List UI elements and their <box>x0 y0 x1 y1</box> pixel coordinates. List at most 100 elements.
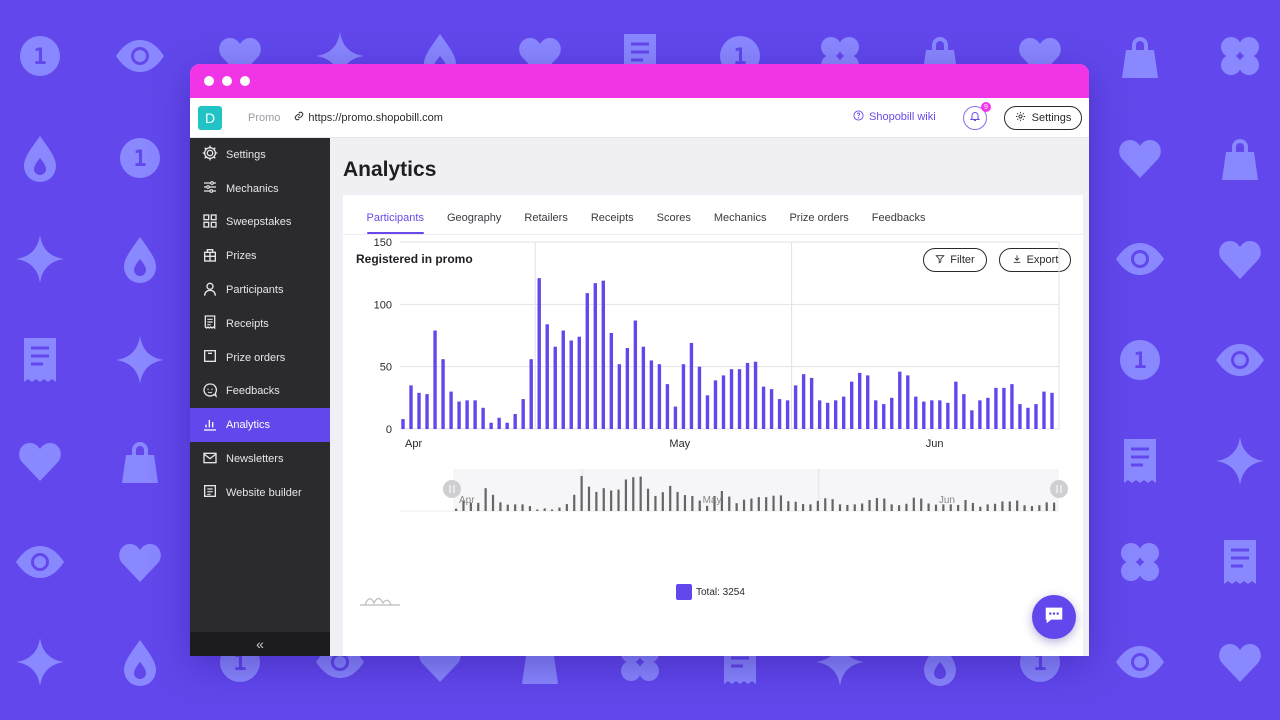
bar <box>433 330 437 429</box>
settings-button[interactable]: Settings <box>1004 106 1082 130</box>
sidebar-item-prizes[interactable]: Prizes <box>190 239 330 273</box>
navigator-bar <box>698 500 701 511</box>
bg-heart-icon <box>114 536 166 588</box>
bar <box>665 384 670 429</box>
link-icon <box>294 111 304 124</box>
navigator-handle-right[interactable] <box>1050 480 1068 498</box>
navigator-bar <box>979 506 982 511</box>
navigator-bar <box>787 501 790 511</box>
bar <box>922 401 926 429</box>
bg-eye-icon <box>114 30 166 82</box>
svg-text:1: 1 <box>1133 349 1146 374</box>
sidebar-item-feedbacks[interactable]: Feedbacks <box>190 375 330 409</box>
navigator-bar <box>757 497 760 511</box>
bar <box>745 362 750 429</box>
bg-receipt-icon <box>1214 536 1266 588</box>
navigator-bar <box>728 496 731 511</box>
navigator-bar <box>846 504 849 511</box>
bg-eye-icon <box>1114 233 1166 285</box>
sidebar-item-label: Feedbacks <box>226 385 280 398</box>
navigator-bar <box>455 508 458 511</box>
bg-eye-icon <box>14 536 66 588</box>
navigator-bar <box>491 494 495 511</box>
app-logo[interactable]: D <box>198 105 222 130</box>
navigator-bar <box>957 504 960 511</box>
window-dot-close[interactable] <box>204 76 214 86</box>
bar <box>497 417 501 429</box>
window-dot-minimize[interactable] <box>222 76 232 86</box>
bar <box>489 422 493 429</box>
navigator-bar <box>971 502 974 511</box>
window-dot-maximize[interactable] <box>240 76 250 86</box>
collapse-sidebar-button[interactable]: « <box>190 632 330 656</box>
navigator-bar <box>477 502 480 511</box>
bell-icon <box>969 109 981 127</box>
promo-url[interactable]: https://promo.shopobill.com <box>294 111 443 124</box>
y-tick-label: 150 <box>374 237 392 249</box>
bg-drop-icon <box>14 132 66 184</box>
navigator-bar <box>528 506 532 511</box>
navigator-bar <box>558 507 561 511</box>
bar <box>737 369 742 429</box>
wiki-link[interactable]: Shopobill wiki <box>853 110 936 124</box>
bar <box>697 366 702 429</box>
bar <box>617 364 622 429</box>
navigator-bar <box>875 497 879 511</box>
bar <box>577 336 581 429</box>
navigator-bar <box>934 504 938 511</box>
sidebar-item-website-builder[interactable]: Website builder <box>190 476 330 510</box>
navigator-bar <box>890 504 893 511</box>
chart-type-icon <box>360 597 400 606</box>
sidebar-item-mechanics[interactable]: Mechanics <box>190 172 330 206</box>
svg-text:1: 1 <box>33 45 46 70</box>
sidebar-item-receipts[interactable]: Receipts <box>190 307 330 341</box>
navigator-bar <box>646 488 650 511</box>
bg-star-icon <box>14 233 66 285</box>
url-text: https://promo.shopobill.com <box>308 111 443 124</box>
bar <box>441 359 445 429</box>
navigator-label: May <box>703 495 722 506</box>
chat-bubble-icon <box>1043 604 1065 631</box>
bar <box>1010 384 1014 429</box>
bar <box>561 330 565 429</box>
bg-clover-icon <box>1214 30 1266 82</box>
bar <box>817 400 822 429</box>
sidebar-item-label: Newsletters <box>226 453 284 466</box>
chart-legend[interactable]: Total: 3254 <box>676 584 745 600</box>
sidebar-item-label: Receipts <box>226 317 269 330</box>
sidebar-item-label: Website builder <box>226 486 302 499</box>
bar <box>609 333 614 429</box>
navigator-bar <box>853 504 856 511</box>
navigator-handle-left[interactable] <box>443 480 461 498</box>
sidebar-item-sweepstakes[interactable]: Sweepstakes <box>190 206 330 240</box>
bar <box>986 397 990 429</box>
analytics-card: Participants Geography Retailers Receipts Sc… <box>343 195 1083 656</box>
bg-bag-icon <box>114 435 166 487</box>
x-tick-label: Jun <box>926 438 944 450</box>
box-icon <box>202 348 218 367</box>
bar <box>946 402 950 429</box>
navigator-bar <box>587 486 591 511</box>
navigator-bar <box>1053 502 1056 511</box>
sidebar-item-participants[interactable]: Participants <box>190 273 330 307</box>
navigator-label: Apr <box>459 495 475 506</box>
gift-icon <box>202 247 218 266</box>
bg-star-icon <box>1214 435 1266 487</box>
navigator-bar <box>765 497 768 511</box>
bar <box>465 400 469 429</box>
bar <box>769 389 774 429</box>
sidebar-item-settings[interactable]: Settings <box>190 138 330 172</box>
navigator-bar <box>883 498 886 511</box>
promo-label: Promo <box>248 111 281 124</box>
navigator-bar <box>801 504 805 511</box>
sidebar-item-analytics[interactable]: Analytics <box>190 408 330 443</box>
navigator-bar <box>772 495 775 511</box>
bar-chart-icon <box>202 416 218 435</box>
notifications-button[interactable]: 9 <box>963 102 991 130</box>
grid-icon <box>202 213 218 232</box>
navigator-bar <box>1008 501 1011 511</box>
sidebar-item-newsletters[interactable]: Newsletters <box>190 442 330 476</box>
bar <box>801 374 806 429</box>
sidebar-item-prize-orders[interactable]: Prize orders <box>190 341 330 375</box>
chat-support-button[interactable] <box>1032 595 1076 639</box>
